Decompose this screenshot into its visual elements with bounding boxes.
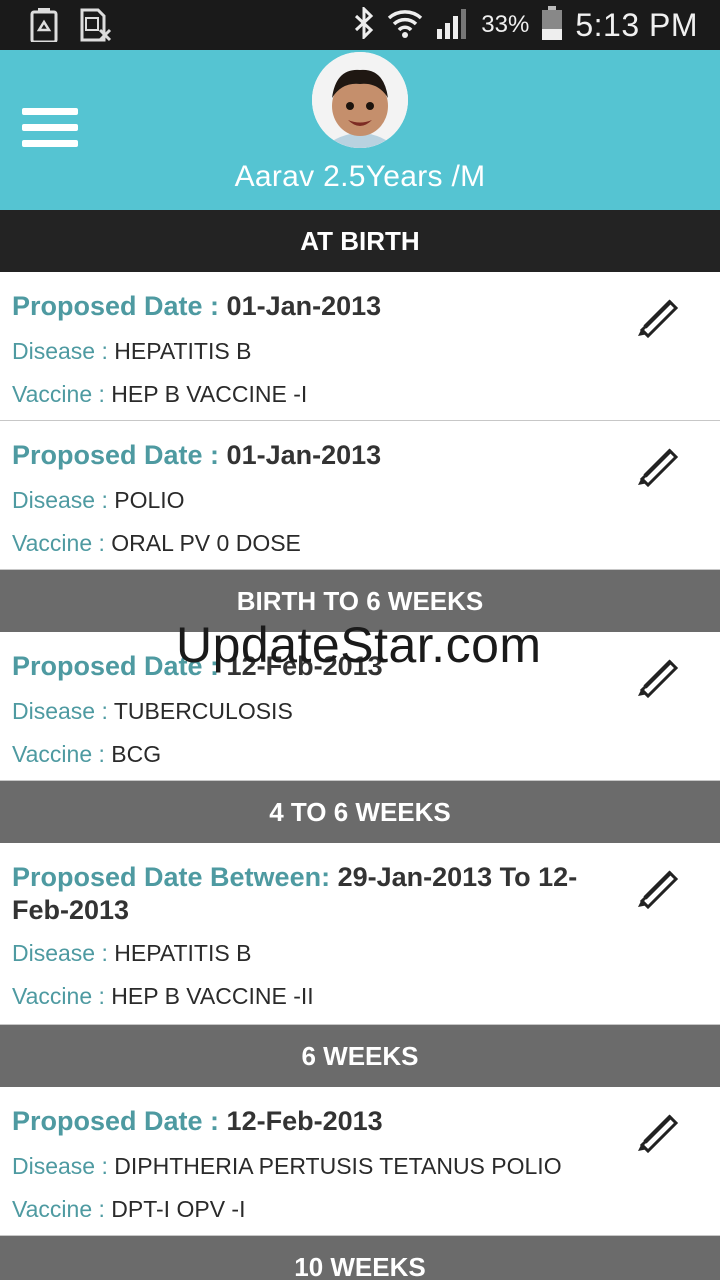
- proposed-date: Proposed Date : 12-Feb-2013: [12, 1106, 383, 1136]
- battery-percent: 33%: [481, 11, 530, 38]
- proposed-date: Proposed Date : 01-Jan-2013: [12, 291, 382, 321]
- edit-pencil-icon[interactable]: [636, 294, 680, 339]
- disease-row: Disease : TUBERCULOSIS: [12, 698, 293, 724]
- bluetooth-icon: [353, 4, 375, 44]
- disease-row: Disease : HEPATITIS B: [12, 338, 252, 364]
- sim-card-x-icon: [80, 8, 112, 47]
- menu-icon[interactable]: [22, 108, 78, 152]
- vaccine-row: Vaccine : ORAL PV 0 DOSE: [12, 530, 301, 556]
- app-header: Aarav 2.5Years /M: [0, 50, 720, 210]
- proposed-date: Proposed Date : 01-Jan-2013: [12, 440, 382, 470]
- vaccine-card[interactable]: Proposed Date Between: 29-Jan-2013 To 12…: [0, 843, 720, 1025]
- disease-row: Disease : DIPHTHERIA PERTUSIS TETANUS PO…: [12, 1153, 562, 1179]
- profile-name: Aarav 2.5Years /M: [234, 160, 486, 193]
- section-header-10-weeks: 10 WEEKS: [0, 1236, 720, 1280]
- avatar[interactable]: [312, 52, 408, 148]
- recycle-battery-icon: [30, 8, 58, 47]
- disease-row: Disease : POLIO: [12, 487, 185, 513]
- section-header-at-birth: AT BIRTH: [0, 210, 720, 272]
- vaccine-card[interactable]: Proposed Date : 01-Jan-2013 Disease : HE…: [0, 272, 720, 421]
- wifi-icon: [387, 7, 423, 44]
- section-header-4-to-6-weeks: 4 TO 6 WEEKS: [0, 781, 720, 843]
- status-bar: 33% 5:13 PM: [0, 0, 720, 50]
- vaccine-row: Vaccine : BCG: [12, 741, 162, 767]
- section-header-birth-to-6-weeks: BIRTH TO 6 WEEKS: [0, 570, 720, 632]
- vaccine-row: Vaccine : HEP B VACCINE -I: [12, 381, 308, 407]
- clock: 5:13 PM: [575, 6, 698, 43]
- battery-icon: [541, 5, 563, 45]
- proposed-date: Proposed Date : 12-Feb-2013: [12, 651, 383, 681]
- section-header-6-weeks: 6 WEEKS: [0, 1025, 720, 1087]
- vaccine-card[interactable]: Proposed Date : 01-Jan-2013 Disease : PO…: [0, 421, 720, 570]
- signal-icon: [435, 7, 469, 44]
- vaccine-row: Vaccine : HEP B VACCINE -II: [12, 983, 314, 1009]
- edit-pencil-icon[interactable]: [636, 654, 680, 699]
- vaccine-row: Vaccine : DPT-I OPV -I: [12, 1196, 246, 1222]
- vaccine-card[interactable]: Proposed Date : 12-Feb-2013 Disease : DI…: [0, 1087, 720, 1236]
- vaccine-card[interactable]: Proposed Date : 12-Feb-2013 Disease : TU…: [0, 632, 720, 781]
- edit-pencil-icon[interactable]: [636, 443, 680, 488]
- edit-pencil-icon[interactable]: [636, 1109, 680, 1154]
- disease-row: Disease : HEPATITIS B: [12, 940, 252, 966]
- edit-pencil-icon[interactable]: [636, 865, 680, 910]
- proposed-date: Proposed Date Between: 29-Jan-2013 To 12…: [12, 862, 578, 925]
